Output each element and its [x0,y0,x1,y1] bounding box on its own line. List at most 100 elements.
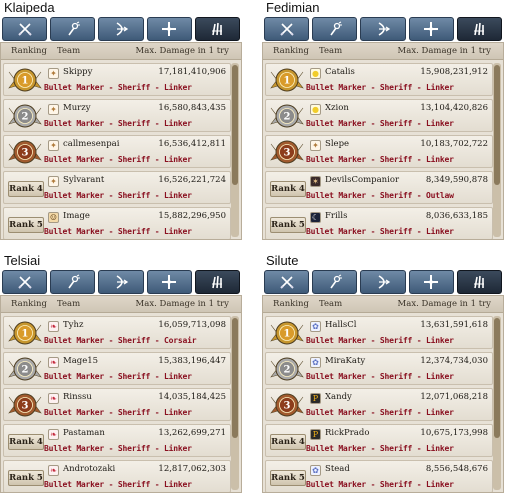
scrollbar[interactable] [231,316,239,490]
table-row[interactable]: 2 ● Xzion 13,104,420,826 Bullet Marker - She… [265,99,493,132]
team-composition: Bullet Marker - Sheriff - Linker [44,444,192,453]
table-row[interactable]: Rank 4 ✦ Sylvarant 16,526,221,724 Bullet Mar… [3,171,231,204]
tab-bow[interactable] [360,17,406,41]
damage-value: 13,262,699,271 [158,428,226,438]
scrollbar-thumb[interactable] [232,318,238,438]
table-row[interactable]: 2 ❧ Mage15 15,383,196,447 Bullet Marker - Sh… [3,352,231,385]
svg-text:1: 1 [284,329,291,340]
tab-swords[interactable] [264,17,310,41]
tab-swords[interactable] [2,270,48,294]
scrollbar[interactable] [493,316,501,490]
rank-label: Rank 4 [270,181,306,197]
tab-staff[interactable] [312,270,358,294]
svg-text:3: 3 [22,148,29,159]
table-row[interactable]: Rank 4 P RickPrado 10,675,173,998 Bullet Mar… [265,424,493,457]
scrollbar-thumb[interactable] [232,65,238,185]
bow-icon [116,22,129,36]
table-row[interactable]: Rank 5 ☺ Image 15,882,296,950 Bullet Marker … [3,207,231,239]
tab-bow[interactable] [360,270,406,294]
guild-emblem-icon: ✿ [310,465,321,476]
damage-value: 16,526,221,724 [158,175,226,185]
player-name: MiraKaty [325,356,366,366]
team-composition: Bullet Marker - Sheriff - Linker [306,83,454,92]
guild-emblem-icon: ☺ [48,212,59,223]
table-row[interactable]: 1 ✦ Skippy 17,181,410,906 Bullet Marker - Sh… [3,63,231,96]
svg-text:2: 2 [22,365,29,376]
guild-emblem-icon: ❧ [48,465,59,476]
tab-staff[interactable] [50,17,96,41]
table-row[interactable]: 3 ✦ Slepe 10,183,702,722 Bullet Marker - She… [265,135,493,168]
table-row[interactable]: 3 P Xandy 12,071,068,218 Bullet Marker - She… [265,388,493,421]
table-row[interactable]: 3 ❧ Rinssu 14,035,184,425 Bullet Marker - Sh… [3,388,231,421]
guild-emblem-icon: ✦ [48,176,59,187]
tab-claws[interactable] [194,17,241,41]
panel-silute: Silute Ranking Team Max. Damage in 1 try 1 ✿ H… [262,253,504,493]
tab-cross[interactable] [408,17,454,41]
team-composition: Bullet Marker - Sheriff - Linker [306,408,454,417]
damage-value: 15,882,296,950 [158,211,226,221]
tab-staff[interactable] [50,270,96,294]
rank-label: Rank 5 [8,217,44,233]
team-composition: Bullet Marker - Sheriff - Linker [44,227,192,236]
guild-emblem-icon: ✿ [310,321,321,332]
table-row[interactable]: 1 ❧ Tyhz 16,059,713,098 Bullet Marker - Sher… [3,316,231,349]
rank-label: Rank 4 [270,434,306,450]
tab-cross[interactable] [146,17,192,41]
scrollbar[interactable] [231,63,239,237]
table-row[interactable]: 1 ✿ HallsCl 13,631,591,618 Bullet Marker - S… [265,316,493,349]
table-row[interactable]: Rank 5 ✿ Stead 8,556,548,676 Bullet Marker -… [265,460,493,492]
table-row[interactable]: Rank 5 ☾ Frills 8,036,633,185 Bullet Marker … [265,207,493,239]
team-composition: Bullet Marker - Sheriff - Linker [306,119,454,128]
player-name: Slepe [325,139,350,149]
ranking-board: Ranking Team Max. Damage in 1 try 1 ✿ HallsCl… [262,295,504,493]
damage-value: 8,036,633,185 [425,211,488,221]
guild-emblem-icon: ✦ [310,140,321,151]
tab-claws[interactable] [194,270,241,294]
tab-swords[interactable] [2,17,48,41]
tab-cross[interactable] [146,270,192,294]
tab-bow[interactable] [98,270,144,294]
cross-icon [162,22,177,36]
header-damage: Max. Damage in 1 try [135,46,229,56]
bow-icon [378,275,391,289]
damage-value: 12,071,068,218 [420,392,488,402]
damage-value: 15,383,196,447 [158,356,226,366]
rank-medal-icon: 2 [7,102,43,130]
table-row[interactable]: 3 ✦ callmesenpai 16,536,412,811 Bullet Marke… [3,135,231,168]
rank-label: Rank 4 [8,434,44,450]
guild-emblem-icon: ✦ [48,104,59,115]
team-composition: Bullet Marker - Sheriff - Linker [44,119,192,128]
header-ranking: Ranking [11,299,47,309]
guild-emblem-icon: ❧ [48,429,59,440]
table-row[interactable]: Rank 5 ❧ Androtozaki 12,817,062,303 Bullet M… [3,460,231,492]
table-row[interactable]: 2 ✿ MiraKaty 12,374,734,030 Bullet Marker - … [265,352,493,385]
damage-value: 13,104,420,826 [420,103,488,113]
table-row[interactable]: 2 ✦ Murzy 16,580,843,435 Bullet Marker - She… [3,99,231,132]
staff-icon [330,274,342,289]
tab-staff[interactable] [312,17,358,41]
tab-claws[interactable] [456,17,503,41]
tab-swords[interactable] [264,270,310,294]
svg-text:1: 1 [22,329,29,340]
panel-title: Telsiai [4,253,41,268]
team-composition: Bullet Marker - Sheriff - Linker [44,83,192,92]
scrollbar-thumb[interactable] [494,318,500,438]
rank-label: Rank 5 [8,470,44,486]
table-row[interactable]: 1 ● Catalis 15,908,231,912 Bullet Marker - S… [265,63,493,96]
header-team: Team [319,46,343,56]
tab-claws[interactable] [456,270,503,294]
swords-icon [279,23,294,36]
claws-icon [212,275,223,289]
player-name: Mage15 [63,356,99,366]
table-row[interactable]: Rank 4 ❧ Pastaman 13,262,699,271 Bullet Mark… [3,424,231,457]
tab-bow[interactable] [98,17,144,41]
tab-cross[interactable] [408,270,454,294]
player-name: Stead [325,464,350,474]
player-name: Rinssu [63,392,92,402]
table-row[interactable]: Rank 4 ✶ DevilsCompanior 8,349,590,878 Bulle… [265,171,493,204]
guild-emblem-icon: P [310,393,321,404]
guild-emblem-icon: ✦ [48,68,59,79]
scrollbar[interactable] [493,63,501,237]
player-name: Catalis [325,67,355,77]
scrollbar-thumb[interactable] [494,65,500,185]
